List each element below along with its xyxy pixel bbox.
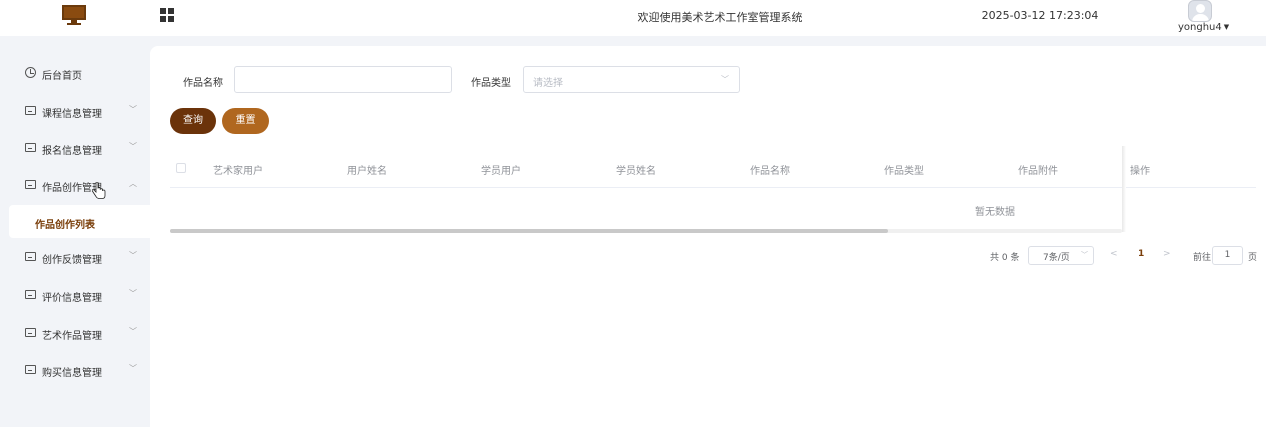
empty-state-text: 暂无数据 [975, 207, 1015, 218]
username: yonghu4 [1178, 22, 1222, 33]
work-name-input[interactable] [234, 66, 452, 93]
sidebar-item-creation[interactable]: 作品创作管理 ︿ [0, 170, 150, 200]
main-panel: 作品名称 作品类型 请选择 ﹀ 查询 重置 艺术家用户 用户姓名 学员用户 学员… [150, 46, 1266, 427]
chevron-down-icon: ﹀ [129, 364, 137, 373]
caret-down-icon: ▼ [1223, 23, 1230, 31]
column-header: 作品类型 [884, 166, 924, 177]
chevron-down-icon: ﹀ [129, 327, 137, 336]
sidebar-item-label: 艺术作品管理 [42, 331, 102, 342]
next-page-icon[interactable]: > [1163, 249, 1171, 259]
column-header: 作品附件 [1018, 166, 1058, 177]
query-button[interactable]: 查询 [170, 108, 216, 134]
sidebar-item-label: 评价信息管理 [42, 293, 102, 304]
system-title: 欢迎使用美术艺术工作室管理系统 [637, 11, 803, 24]
column-header: 艺术家用户 [213, 166, 263, 177]
sidebar-item-home[interactable]: 后台首页 [0, 58, 150, 88]
page-size-value: 7条/页 [1043, 253, 1070, 263]
column-header: 学员用户 [481, 166, 521, 177]
table-divider [170, 187, 1256, 188]
column-header: 作品名称 [750, 166, 790, 177]
sidebar-item-purchase[interactable]: 购买信息管理 ﹀ [0, 355, 150, 385]
sidebar-item-label: 后台首页 [42, 71, 82, 82]
page-size-select[interactable]: 7条/页 ﹀ [1028, 246, 1094, 265]
chevron-down-icon: ﹀ [1081, 251, 1088, 259]
monitor-logo-icon [62, 5, 86, 25]
sidebar-item-feedback[interactable]: 创作反馈管理 ﹀ [0, 242, 150, 272]
sidebar-item-enrollment[interactable]: 报名信息管理 ﹀ [0, 133, 150, 163]
chevron-down-icon: ﹀ [129, 251, 137, 260]
avatar-icon[interactable] [1188, 0, 1212, 22]
top-bar: 欢迎使用美术艺术工作室管理系统 2025-03-12 17:23:04 yong… [0, 0, 1266, 36]
work-type-placeholder: 请选择 [533, 78, 563, 89]
scrollbar-thumb[interactable] [170, 229, 888, 233]
user-menu[interactable]: yonghu4 ▼ [1178, 22, 1229, 33]
select-all-checkbox[interactable] [176, 163, 186, 173]
goto-page-input[interactable]: 1 [1212, 246, 1243, 265]
panel-icon [25, 365, 36, 374]
fixed-column-shadow [1122, 146, 1126, 232]
chevron-down-icon: ﹀ [129, 289, 137, 298]
sidebar-item-label: 创作反馈管理 [42, 255, 102, 266]
column-header: 操作 [1130, 166, 1150, 177]
sidebar-item-artwork[interactable]: 艺术作品管理 ﹀ [0, 318, 150, 348]
work-type-select[interactable]: 请选择 ﹀ [523, 66, 740, 93]
panel-icon [25, 252, 36, 261]
pointer-cursor-icon [92, 182, 106, 199]
reset-button[interactable]: 重置 [222, 108, 269, 134]
panel-icon [25, 106, 36, 115]
page-suffix: 页 [1248, 253, 1258, 263]
chevron-down-icon: ﹀ [721, 75, 729, 84]
panel-icon [25, 328, 36, 337]
goto-label: 前往 [1193, 253, 1212, 263]
chevron-down-icon: ﹀ [129, 142, 137, 151]
work-type-label: 作品类型 [471, 78, 511, 89]
grid-menu-icon[interactable] [160, 8, 174, 22]
submenu-item-creation-list[interactable]: 作品创作列表 [9, 205, 150, 238]
panel-icon [25, 180, 36, 189]
clock-icon [25, 67, 36, 78]
panel-icon [25, 143, 36, 152]
column-header: 学员姓名 [616, 166, 656, 177]
submenu-item-label: 作品创作列表 [35, 220, 95, 231]
page-number[interactable]: 1 [1138, 249, 1144, 259]
work-name-label: 作品名称 [183, 78, 223, 89]
total-count: 共 0 条 [990, 253, 1020, 263]
sidebar-item-label: 课程信息管理 [42, 109, 102, 120]
sidebar-item-review[interactable]: 评价信息管理 ﹀ [0, 280, 150, 310]
column-header: 用户姓名 [347, 166, 387, 177]
chevron-up-icon: ︿ [129, 179, 137, 188]
sidebar-item-label: 购买信息管理 [42, 368, 102, 379]
prev-page-icon[interactable]: < [1110, 249, 1118, 259]
chevron-down-icon: ﹀ [129, 105, 137, 114]
sidebar-item-label: 报名信息管理 [42, 146, 102, 157]
current-datetime: 2025-03-12 17:23:04 [981, 9, 1099, 22]
panel-icon [25, 290, 36, 299]
sidebar-item-course[interactable]: 课程信息管理 ﹀ [0, 96, 150, 126]
